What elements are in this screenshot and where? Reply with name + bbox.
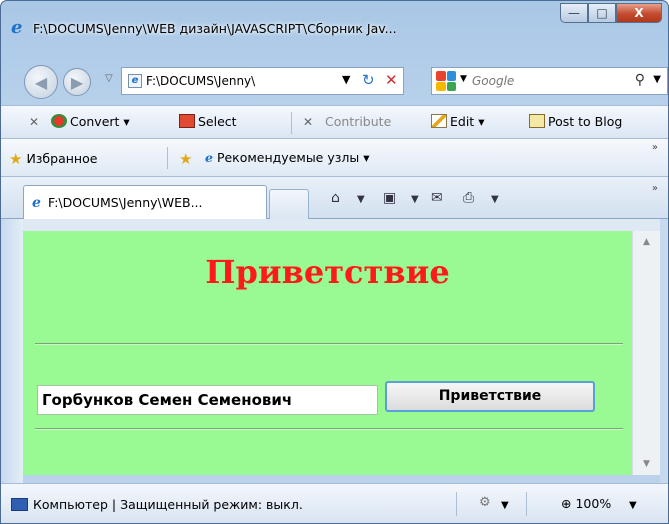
search-provider-dropdown-icon[interactable]: ▼ [460, 74, 467, 84]
back-button[interactable]: ◀ [24, 65, 58, 99]
favorites-star-icon: ★ [9, 150, 23, 168]
favorites-separator [167, 147, 168, 169]
browser-window: e F:\DOCUMS\Jenny\WEB дизайн\JAVASCRIPT\… [0, 0, 669, 524]
print-icon[interactable]: ⎙ [463, 190, 474, 206]
maximize-icon: □ [596, 6, 608, 20]
more-favorites-icon[interactable]: » [652, 142, 658, 153]
refresh-icon[interactable]: ↻ [362, 71, 375, 89]
search-box[interactable]: ▼ Google ⚲ ▼ [431, 67, 668, 95]
post-label: Post to Blog [548, 114, 623, 129]
close-button[interactable]: X [616, 3, 662, 23]
status-separator [526, 492, 527, 516]
address-bar[interactable]: e F:\DOCUMS\Jenny\ ▼ ↻ ✕ [121, 67, 404, 95]
search-icon[interactable]: ⚲ [635, 72, 645, 88]
name-input[interactable] [37, 385, 378, 415]
page-heading: Приветствие [205, 253, 450, 291]
window-title: F:\DOCUMS\Jenny\WEB дизайн\JAVASCRIPT\Сб… [33, 21, 397, 36]
post-to-blog-button[interactable]: Post to Blog [529, 114, 622, 129]
stop-icon[interactable]: ✕ [385, 71, 398, 89]
ie-icon: e [205, 150, 213, 165]
tab-active[interactable]: e F:\DOCUMS\Jenny\WEB... [23, 185, 267, 219]
home-icon[interactable]: ⌂ [331, 190, 340, 206]
minimize-icon: — [568, 6, 580, 20]
status-zone-text: Компьютер | Защищенный режим: выкл. [33, 497, 303, 512]
convert-icon [51, 114, 67, 128]
address-dropdown-icon[interactable]: ▼ [342, 73, 350, 86]
favorites-bar: ★ Избранное ★ e Рекомендуемые узлы ▾ » [1, 139, 668, 177]
zoom-button[interactable]: ⊕ 100% [561, 496, 611, 511]
close-toolbar-icon[interactable]: ✕ [29, 115, 39, 129]
new-tab-button[interactable] [269, 189, 309, 219]
status-separator [456, 492, 457, 516]
window-frame-right [660, 219, 668, 483]
mail-icon[interactable]: ✉ [431, 190, 443, 206]
search-input[interactable]: Google [472, 74, 514, 88]
add-favorites-icon[interactable]: ★ [179, 150, 192, 168]
feeds-dropdown-icon[interactable]: ▼ [411, 194, 419, 205]
window-controls: — □ X [560, 3, 662, 23]
command-toolbar: ✕ Convert ▾ Select ✕ Contribute Edit ▾ P… [1, 105, 668, 139]
ie-logo-icon: e [11, 17, 23, 38]
window-frame-left [1, 219, 23, 483]
search-options-dropdown-icon[interactable]: ▼ [653, 74, 661, 85]
forward-button[interactable]: ▶ [63, 68, 91, 96]
convert-button[interactable]: Convert ▾ [51, 114, 130, 129]
tab-row: e F:\DOCUMS\Jenny\WEB... ⌂ ▼ ▣ ▼ ✉ ⎙ ▼ » [1, 177, 668, 219]
more-tools-icon[interactable]: » [652, 183, 658, 194]
security-dropdown-icon[interactable]: ▼ [501, 500, 509, 511]
convert-label: Convert [70, 114, 120, 129]
navigation-row: ◀ ▶ ▽ e F:\DOCUMS\Jenny\ ▼ ↻ ✕ ▼ Google … [1, 59, 668, 101]
horizontal-rule [35, 343, 623, 345]
greet-button[interactable]: Приветствие [385, 381, 595, 412]
suggested-sites-button[interactable]: e Рекомендуемые узлы ▾ [205, 150, 370, 165]
close-contribute-icon[interactable]: ✕ [303, 115, 313, 129]
zoom-dropdown-icon[interactable]: ▼ [629, 500, 637, 511]
computer-zone-icon [11, 498, 28, 511]
scroll-down-arrow-icon[interactable]: ▼ [633, 453, 660, 475]
tab-label: F:\DOCUMS\Jenny\WEB... [48, 195, 203, 210]
select-button[interactable]: Select [179, 114, 237, 129]
select-label: Select [198, 114, 237, 129]
back-arrow-icon: ◀ [34, 72, 48, 92]
print-dropdown-icon[interactable]: ▼ [491, 194, 499, 205]
edit-button[interactable]: Edit ▾ [431, 114, 484, 129]
status-bar: Компьютер | Защищенный режим: выкл. ⚙ ▼ … [1, 483, 668, 523]
maximize-button[interactable]: □ [588, 3, 616, 23]
edit-label: Edit [450, 114, 475, 129]
content-top-border [23, 219, 660, 231]
page-content: Приветствие Приветствие [23, 231, 632, 475]
tab-ie-icon: e [32, 195, 41, 211]
google-logo-icon [436, 71, 456, 91]
security-settings-icon[interactable]: ⚙ [479, 495, 491, 510]
blog-icon [529, 114, 545, 128]
edit-icon [431, 114, 447, 128]
toolbar-separator [291, 112, 292, 134]
suggested-sites-label: Рекомендуемые узлы ▾ [216, 150, 370, 165]
forward-arrow-icon: ▶ [70, 72, 84, 92]
address-text[interactable]: F:\DOCUMS\Jenny\ [146, 74, 336, 88]
page-icon: e [128, 74, 142, 88]
recent-pages-dropdown[interactable]: ▽ [105, 73, 113, 84]
minimize-button[interactable]: — [560, 3, 588, 23]
select-icon [179, 114, 195, 128]
home-dropdown-icon[interactable]: ▼ [357, 194, 365, 205]
zoom-level: 100% [575, 496, 612, 511]
title-bar: e F:\DOCUMS\Jenny\WEB дизайн\JAVASCRIPT\… [1, 1, 668, 55]
scroll-up-arrow-icon[interactable]: ▲ [633, 231, 660, 253]
feeds-icon[interactable]: ▣ [383, 190, 396, 206]
contribute-button[interactable]: Contribute [325, 114, 391, 129]
vertical-scrollbar[interactable]: ▲ ▼ [632, 231, 660, 475]
favorites-button[interactable]: ★ Избранное [9, 150, 97, 168]
zoom-icon: ⊕ [561, 496, 572, 511]
favorites-label: Избранное [26, 151, 98, 166]
horizontal-rule-bottom [35, 428, 623, 430]
close-icon: X [634, 6, 644, 20]
